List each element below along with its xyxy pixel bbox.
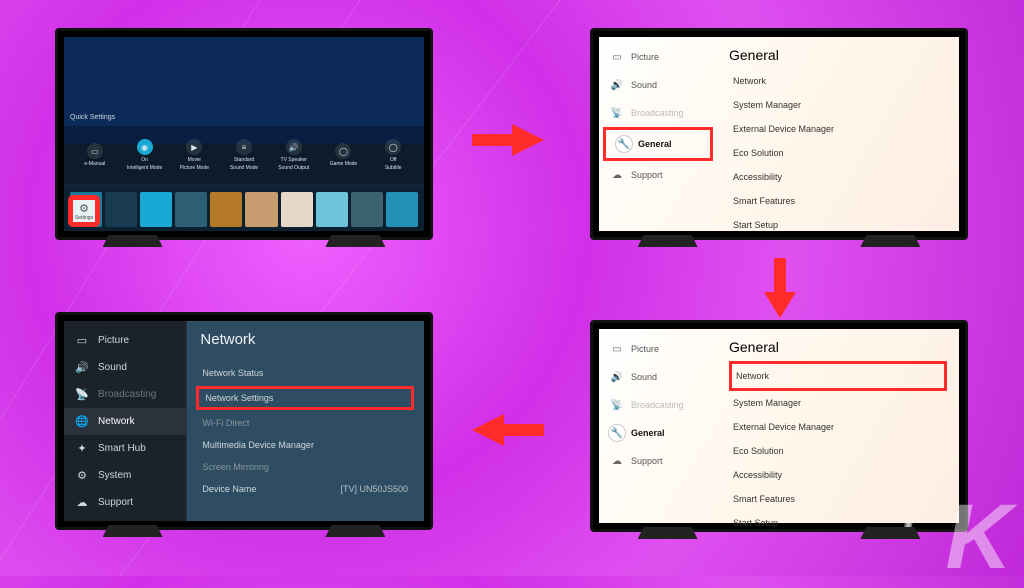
- network-main: Network Network Status Network Settings …: [186, 321, 424, 521]
- menu-item-start-setup[interactable]: Start Setup: [729, 213, 947, 237]
- sidebar-item-picture[interactable]: ▭Picture: [64, 327, 186, 354]
- broadcast-icon: 📡: [609, 397, 625, 413]
- menu-item-network-status[interactable]: Network Status: [200, 362, 410, 384]
- tv-general-sidebar-highlight: ▭Picture 🔊Sound 📡Broadcasting 🔧General ☁…: [590, 28, 968, 240]
- picture-icon: ▭: [74, 334, 90, 347]
- app-thumbnail[interactable]: [281, 192, 313, 227]
- app-thumbnail[interactable]: [386, 192, 418, 227]
- intelligent-mode-icon: ◉: [137, 139, 153, 155]
- menu-item-smart-features[interactable]: Smart Features: [729, 189, 947, 213]
- arrow-down-icon: [760, 258, 800, 327]
- arrow-left-icon: [472, 410, 544, 459]
- speaker-icon: 🔊: [286, 139, 302, 155]
- sidebar-item-support[interactable]: ☁Support: [64, 489, 186, 516]
- globe-icon: 🌐: [74, 415, 90, 428]
- app-thumbnail[interactable]: [210, 192, 242, 227]
- sidebar-item-support[interactable]: ☁Support: [599, 447, 717, 475]
- sidebar-item-picture[interactable]: ▭Picture: [599, 43, 717, 71]
- book-icon: ▭: [87, 143, 103, 159]
- tv-quick-settings: Quick Settings ▭ e-Manual ◉ On Intellige…: [55, 28, 433, 240]
- wrench-icon: 🔧: [616, 136, 632, 152]
- sound-icon: 🔊: [609, 77, 625, 93]
- watermark-logo: K: [946, 498, 1006, 576]
- menu-item-eco-solution[interactable]: Eco Solution: [729, 141, 947, 165]
- qs-item-sound-output[interactable]: 🔊 TV Speaker Sound Output: [269, 139, 319, 171]
- page-title: General: [729, 43, 947, 69]
- broadcast-icon: 📡: [609, 105, 625, 121]
- menu-item-external-device-manager[interactable]: External Device Manager: [729, 117, 947, 141]
- sidebar-item-broadcasting[interactable]: 📡Broadcasting: [599, 99, 717, 127]
- app-thumbnail[interactable]: [351, 192, 383, 227]
- sidebar-item-support[interactable]: ☁Support: [599, 161, 717, 189]
- sidebar-item-smart-hub[interactable]: ✦Smart Hub: [64, 435, 186, 462]
- arrow-right-icon: [472, 120, 544, 169]
- menu-item-multimedia-device-manager[interactable]: Multimedia Device Manager: [200, 434, 410, 456]
- menu-item-network[interactable]: Network: [729, 361, 947, 391]
- game-icon: ◯: [335, 143, 351, 159]
- page-title: Network: [200, 331, 410, 348]
- support-icon: ☁: [609, 453, 625, 469]
- app-thumbnail[interactable]: [245, 192, 277, 227]
- settings-sidebar: ▭Picture 🔊Sound 📡Broadcasting 🌐Network ✦…: [64, 321, 186, 521]
- menu-item-eco-solution[interactable]: Eco Solution: [729, 439, 947, 463]
- settings-sidebar: ▭Picture 🔊Sound 📡Broadcasting 🔧General ☁…: [599, 37, 717, 231]
- broadcast-icon: 📡: [74, 388, 90, 401]
- tv-network-settings: ▭Picture 🔊Sound 📡Broadcasting 🌐Network ✦…: [55, 312, 433, 530]
- sidebar-item-sound[interactable]: 🔊Sound: [64, 354, 186, 381]
- settings-sidebar: ▭Picture 🔊Sound 📡Broadcasting 🔧General ☁…: [599, 329, 717, 523]
- qs-item-sound-mode[interactable]: ≡ Standard Sound Mode: [219, 139, 269, 171]
- quick-settings-bar: Quick Settings ▭ e-Manual ◉ On Intellige…: [64, 126, 424, 184]
- settings-button[interactable]: ⚙ Settings: [70, 197, 98, 225]
- menu-item-system-manager[interactable]: System Manager: [729, 391, 947, 415]
- tv-general-network-highlight: ▭Picture 🔊Sound 📡Broadcasting 🔧General ☁…: [590, 320, 968, 532]
- sidebar-item-broadcasting[interactable]: 📡Broadcasting: [599, 391, 717, 419]
- menu-item-device-name[interactable]: Device Name [TV] UN50JS500: [200, 478, 410, 500]
- menu-item-external-device-manager[interactable]: External Device Manager: [729, 415, 947, 439]
- sidebar-item-general[interactable]: 🔧General: [603, 127, 713, 161]
- sidebar-item-network[interactable]: 🌐Network: [64, 408, 186, 435]
- sound-icon: 🔊: [74, 361, 90, 374]
- qs-item-game-mode[interactable]: ◯ Game Mode: [319, 143, 369, 167]
- picture-icon: ▭: [609, 49, 625, 65]
- qs-item-intelligent-mode[interactable]: ◉ On Intelligent Mode: [120, 139, 170, 171]
- menu-item-accessibility[interactable]: Accessibility: [729, 165, 947, 189]
- menu-item-network[interactable]: Network: [729, 69, 947, 93]
- settings-main: General Network System Manager External …: [717, 37, 959, 231]
- quick-settings-title: Quick Settings: [70, 114, 115, 121]
- star-icon: ✦: [74, 442, 90, 455]
- gear-icon: ⚙: [79, 202, 89, 215]
- menu-item-accessibility[interactable]: Accessibility: [729, 463, 947, 487]
- equalizer-icon: ≡: [236, 139, 252, 155]
- sidebar-item-broadcasting[interactable]: 📡Broadcasting: [64, 381, 186, 408]
- app-thumbnail[interactable]: [140, 192, 172, 227]
- sidebar-item-general[interactable]: 🔧General: [599, 419, 717, 447]
- sound-icon: 🔊: [609, 369, 625, 385]
- app-thumbnail[interactable]: [316, 192, 348, 227]
- qs-item-subtitle[interactable]: ◯ Off Subtitle: [368, 139, 418, 171]
- support-icon: ☁: [74, 496, 90, 509]
- menu-item-screen-mirroring[interactable]: Screen Mirroring: [200, 456, 410, 478]
- sidebar-item-sound[interactable]: 🔊Sound: [599, 363, 717, 391]
- play-icon: ▶: [186, 139, 202, 155]
- app-thumbnail[interactable]: [175, 192, 207, 227]
- picture-icon: ▭: [609, 341, 625, 357]
- app-thumbnail[interactable]: [105, 192, 137, 227]
- subtitle-icon: ◯: [385, 139, 401, 155]
- app-thumbnail-row: [64, 188, 424, 231]
- menu-item-network-settings[interactable]: Network Settings: [196, 386, 414, 410]
- sidebar-item-system[interactable]: ⚙System: [64, 462, 186, 489]
- menu-item-wifi-direct[interactable]: Wi-Fi Direct: [200, 412, 410, 434]
- menu-item-system-manager[interactable]: System Manager: [729, 93, 947, 117]
- gear-icon: ⚙: [74, 469, 90, 482]
- menu-item-smart-features[interactable]: Smart Features: [729, 487, 947, 511]
- support-icon: ☁: [609, 167, 625, 183]
- qs-item-emanual[interactable]: ▭ e-Manual: [70, 143, 120, 167]
- page-title: General: [729, 335, 947, 361]
- sidebar-item-picture[interactable]: ▭Picture: [599, 335, 717, 363]
- sidebar-item-sound[interactable]: 🔊Sound: [599, 71, 717, 99]
- qs-item-picture-mode[interactable]: ▶ Movie Picture Mode: [169, 139, 219, 171]
- settings-main: General Network System Manager External …: [717, 329, 959, 523]
- wrench-icon: 🔧: [609, 425, 625, 441]
